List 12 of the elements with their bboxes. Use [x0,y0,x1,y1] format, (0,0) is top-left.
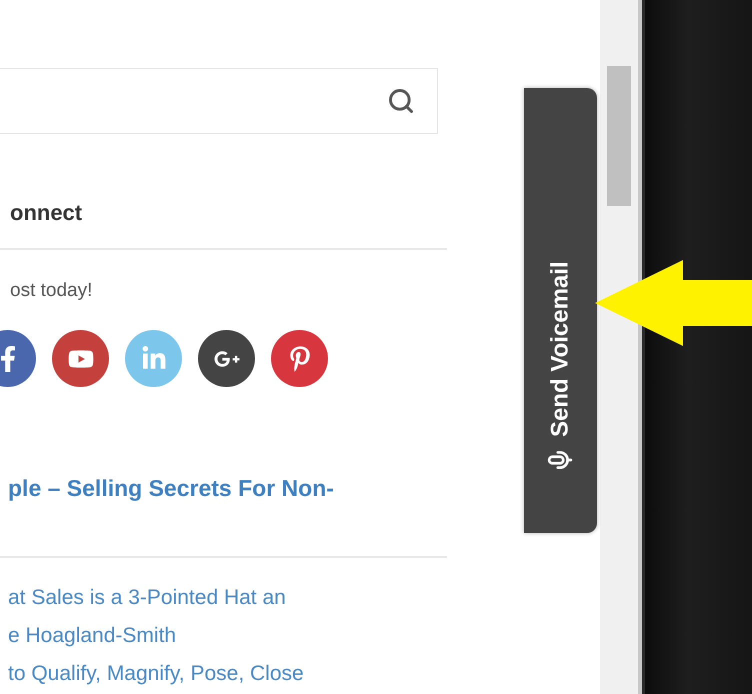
search-icon[interactable] [387,87,415,115]
send-voicemail-tab[interactable]: Send Voicemail [524,88,597,533]
scrollbar-thumb[interactable] [607,66,631,206]
tagline: ost today! [10,280,92,302]
post-link[interactable]: to Qualify, Magnify, Pose, Close [8,662,304,686]
search-field[interactable] [0,68,438,134]
post-link[interactable]: at Sales is a 3-Pointed Hat an [8,586,286,610]
post-title-link[interactable]: ple – Selling Secrets For Non- [8,475,334,502]
section-heading: onnect [10,200,82,226]
post-link[interactable]: e Hoagland-Smith [8,624,176,648]
arrow-icon [595,258,752,348]
linkedin-icon [140,346,166,372]
